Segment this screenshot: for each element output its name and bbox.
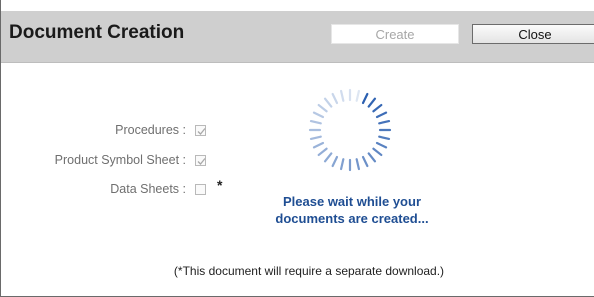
- spinner-tick: [372, 103, 383, 113]
- data-sheets-checkbox[interactable]: [195, 184, 206, 195]
- document-creation-dialog: Document Creation Create Close Procedure…: [0, 0, 594, 297]
- product-symbol-sheet-checkbox[interactable]: [195, 155, 206, 166]
- dialog-header: Document Creation Create Close: [1, 0, 594, 63]
- spinner-tick: [367, 152, 377, 163]
- spinner-tick: [367, 97, 377, 108]
- checkmark-icon: [197, 158, 206, 165]
- product-symbol-sheet-label: Product Symbol Sheet :: [54, 153, 186, 167]
- spinner-tick: [312, 111, 325, 119]
- spinner-tick: [309, 119, 322, 125]
- procedures-label: Procedures :: [115, 123, 186, 137]
- status-line-1: Please wait while your: [283, 194, 421, 209]
- footnote: (*This document will require a separate …: [173, 264, 445, 278]
- spinner-tick: [361, 92, 369, 105]
- loading-spinner-icon: [308, 88, 392, 172]
- spinner-tick: [323, 152, 333, 163]
- status-line-2: documents are created...: [275, 211, 429, 226]
- spinner-tick: [312, 141, 325, 149]
- spinner-tick: [375, 141, 388, 149]
- spinner-tick: [361, 155, 369, 168]
- spinner-tick: [323, 97, 333, 108]
- dialog-title: Document Creation: [9, 22, 185, 43]
- procedures-checkbox[interactable]: [195, 125, 206, 136]
- status-message: Please wait while your documents are cre…: [239, 193, 465, 227]
- spinner-tick: [331, 155, 339, 168]
- spinner-tick: [355, 89, 361, 102]
- spinner-tick: [309, 135, 322, 141]
- spinner-tick: [378, 119, 391, 125]
- spinner-tick: [355, 158, 361, 171]
- create-button[interactable]: Create: [331, 24, 459, 44]
- spinner-tick: [339, 158, 345, 171]
- header-top-strip: [1, 0, 594, 11]
- spinner-tick: [372, 147, 383, 157]
- close-button[interactable]: Close: [472, 24, 594, 44]
- spinner-tick: [375, 111, 388, 119]
- checkmark-icon: [197, 128, 206, 135]
- asterisk-marker: *: [217, 177, 223, 193]
- spinner-tick: [317, 147, 328, 157]
- spinner-tick: [331, 92, 339, 105]
- spinner-tick: [339, 89, 345, 102]
- data-sheets-label: Data Sheets :: [110, 182, 186, 196]
- spinner-tick: [378, 135, 391, 141]
- spinner-tick: [317, 103, 328, 113]
